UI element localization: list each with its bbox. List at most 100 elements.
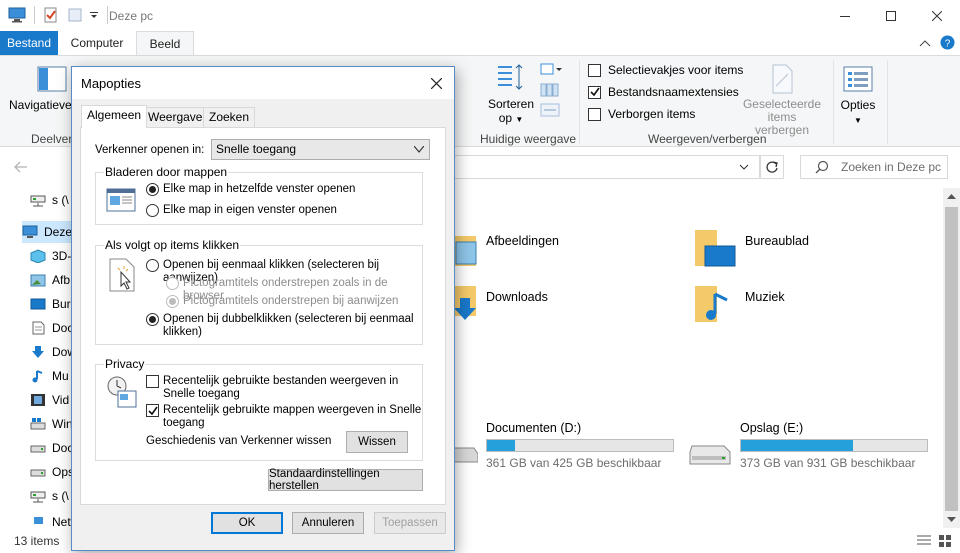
browse-same-window-option[interactable]: Elke map in hetzelfde venster openen (146, 183, 355, 196)
scrollbar-thumb[interactable] (945, 207, 958, 511)
svg-text:?: ? (945, 39, 951, 50)
nav-item-network-drive[interactable]: s (\ (30, 189, 69, 211)
show-hide-group-label: Weergeven/verbergen (648, 132, 767, 146)
dialog-title: Mapopties (81, 76, 141, 91)
search-box[interactable]: Zoeken in Deze pc (800, 155, 948, 179)
chevron-down-icon (414, 146, 424, 153)
folder-music[interactable]: Muziek (695, 284, 785, 324)
minimize-button[interactable] (822, 0, 868, 31)
this-pc-icon[interactable] (8, 7, 26, 23)
nav-item-label: Vid (52, 393, 70, 407)
dialog-close-button[interactable] (422, 69, 450, 97)
double-click-option[interactable]: Openen bij dubbelklikken (selecteren bij… (146, 313, 414, 339)
chevron-down-icon[interactable] (739, 164, 749, 172)
nav-item-windows-drive[interactable]: Win (30, 413, 73, 435)
refresh-button[interactable] (760, 155, 784, 179)
clear-history-button[interactable]: Wissen (346, 431, 408, 453)
apply-button[interactable]: Toepassen (374, 512, 446, 534)
nav-item-desktop[interactable]: Bur (30, 293, 71, 315)
underline-hover-radio[interactable] (166, 295, 179, 308)
back-arrow-icon[interactable] (14, 161, 28, 173)
nav-item-label: s (\ (52, 193, 69, 207)
nav-item-network[interactable]: Netv (30, 515, 77, 529)
size-columns-icon[interactable] (540, 103, 560, 117)
browse-own-window-radio[interactable] (146, 204, 159, 217)
nav-item-documents-drive[interactable]: Doc (30, 437, 73, 459)
scroll-up-icon[interactable] (947, 194, 956, 200)
folder-pictures[interactable]: Afbeeldingen (454, 228, 559, 268)
network-drive-icon (30, 195, 46, 207)
hidden-items-checkbox[interactable] (588, 107, 601, 121)
clear-history-label: Geschiedenis van Verkenner wissen (146, 435, 332, 447)
chevron-down-icon: ▼ (515, 115, 524, 124)
file-extensions-option[interactable]: Bestandsnaamextensies (588, 85, 739, 99)
recent-folders-option[interactable]: Recentelijk gebruikte mappen weergeven i… (146, 404, 421, 430)
folder-desktop[interactable]: Bureaublad (695, 228, 809, 268)
drive-storage[interactable]: Opslag (E:) 373 GB van 931 GB beschikbaa… (740, 421, 960, 470)
drive-icon (454, 447, 478, 463)
underline-hover-option[interactable]: Pictogramtitels onderstrepen bij aanwijz… (166, 295, 398, 308)
restore-defaults-button[interactable]: Standaardinstellingen herstellen (268, 468, 423, 492)
nav-item-this-pc[interactable]: Deze (22, 221, 72, 243)
nav-item-storage-drive[interactable]: Ops (30, 461, 74, 483)
single-click-radio[interactable] (146, 259, 159, 272)
collapse-ribbon-icon[interactable] (919, 38, 931, 48)
nav-item-videos[interactable]: Vid (30, 389, 69, 411)
recent-files-option[interactable]: Recentelijk gebruikte bestanden weergeve… (146, 375, 398, 401)
item-checkboxes-option[interactable]: Selectievakjes voor items (588, 63, 743, 77)
tab-search[interactable]: Zoeken (203, 107, 256, 127)
file-extensions-checkbox[interactable] (588, 85, 601, 99)
cancel-button[interactable]: Annuleren (292, 512, 364, 534)
drive-usage-fill (741, 440, 853, 451)
options-button[interactable]: Opties ▼ (836, 98, 880, 128)
address-box[interactable] (454, 155, 760, 179)
group-by-icon[interactable] (540, 63, 564, 77)
new-folder-icon[interactable] (67, 7, 83, 23)
separator (107, 6, 108, 24)
tab-view[interactable]: Weergave (142, 107, 209, 127)
details-view-icon[interactable] (917, 535, 931, 547)
recent-files-checkbox[interactable] (146, 375, 159, 388)
nav-item-3d-objects[interactable]: 3D- (30, 245, 71, 267)
open-explorer-value: Snelle toegang (216, 142, 297, 156)
browse-own-window-option[interactable]: Elke map in eigen venster openen (146, 204, 337, 217)
add-columns-icon[interactable] (540, 83, 560, 97)
nav-item-downloads[interactable]: Dow (30, 341, 76, 363)
large-icons-view-icon[interactable] (938, 534, 952, 548)
underline-browser-radio[interactable] (166, 277, 179, 290)
tab-computer[interactable]: Computer (60, 31, 134, 55)
pictures-folder-icon (454, 236, 477, 266)
recent-folders-checkbox[interactable] (146, 404, 159, 417)
close-icon (430, 77, 442, 89)
properties-icon[interactable] (43, 7, 59, 23)
nav-item-pictures[interactable]: Afb (30, 269, 70, 291)
browse-same-window-label: Elke map in hetzelfde venster openen (163, 183, 356, 195)
maximize-button[interactable] (868, 0, 914, 31)
hidden-items-option[interactable]: Verborgen items (588, 107, 695, 121)
close-button[interactable] (914, 0, 960, 31)
drive-name: Documenten (D:) (486, 421, 582, 435)
help-icon[interactable]: ? (940, 35, 955, 50)
tab-general[interactable]: Algemeen (81, 105, 148, 128)
folder-downloads[interactable]: Downloads (454, 284, 548, 324)
tab-file[interactable]: Bestand (0, 31, 58, 55)
double-click-radio[interactable] (146, 313, 159, 326)
chevron-down-icon[interactable] (89, 7, 99, 23)
double-click-label: Openen bij dubbelklikken (selecteren bij… (163, 313, 414, 339)
nav-item-label: Mu (52, 369, 69, 383)
privacy-group: Privacy Recentelijk gebruikte bestanden … (95, 357, 423, 461)
nav-item-network-drive-2[interactable]: s (\ (30, 485, 69, 507)
ribbon-separator (887, 60, 888, 144)
nav-item-music[interactable]: Mu (30, 365, 69, 387)
browse-same-window-radio[interactable] (146, 183, 159, 196)
ok-button[interactable]: OK (211, 512, 283, 534)
file-extensions-label: Bestandsnaamextensies (608, 85, 739, 99)
tab-view[interactable]: Beeld (136, 31, 194, 56)
chevron-down-icon: ▼ (854, 116, 862, 125)
sort-by-button[interactable]: Sorteren op ▼ (487, 97, 535, 127)
nav-item-documents[interactable]: Doc (30, 317, 73, 339)
item-checkboxes-checkbox[interactable] (588, 63, 601, 77)
open-explorer-select[interactable]: Snelle toegang (211, 139, 430, 160)
hidden-items-label: Verborgen items (608, 107, 696, 121)
scroll-down-icon[interactable] (947, 517, 956, 523)
